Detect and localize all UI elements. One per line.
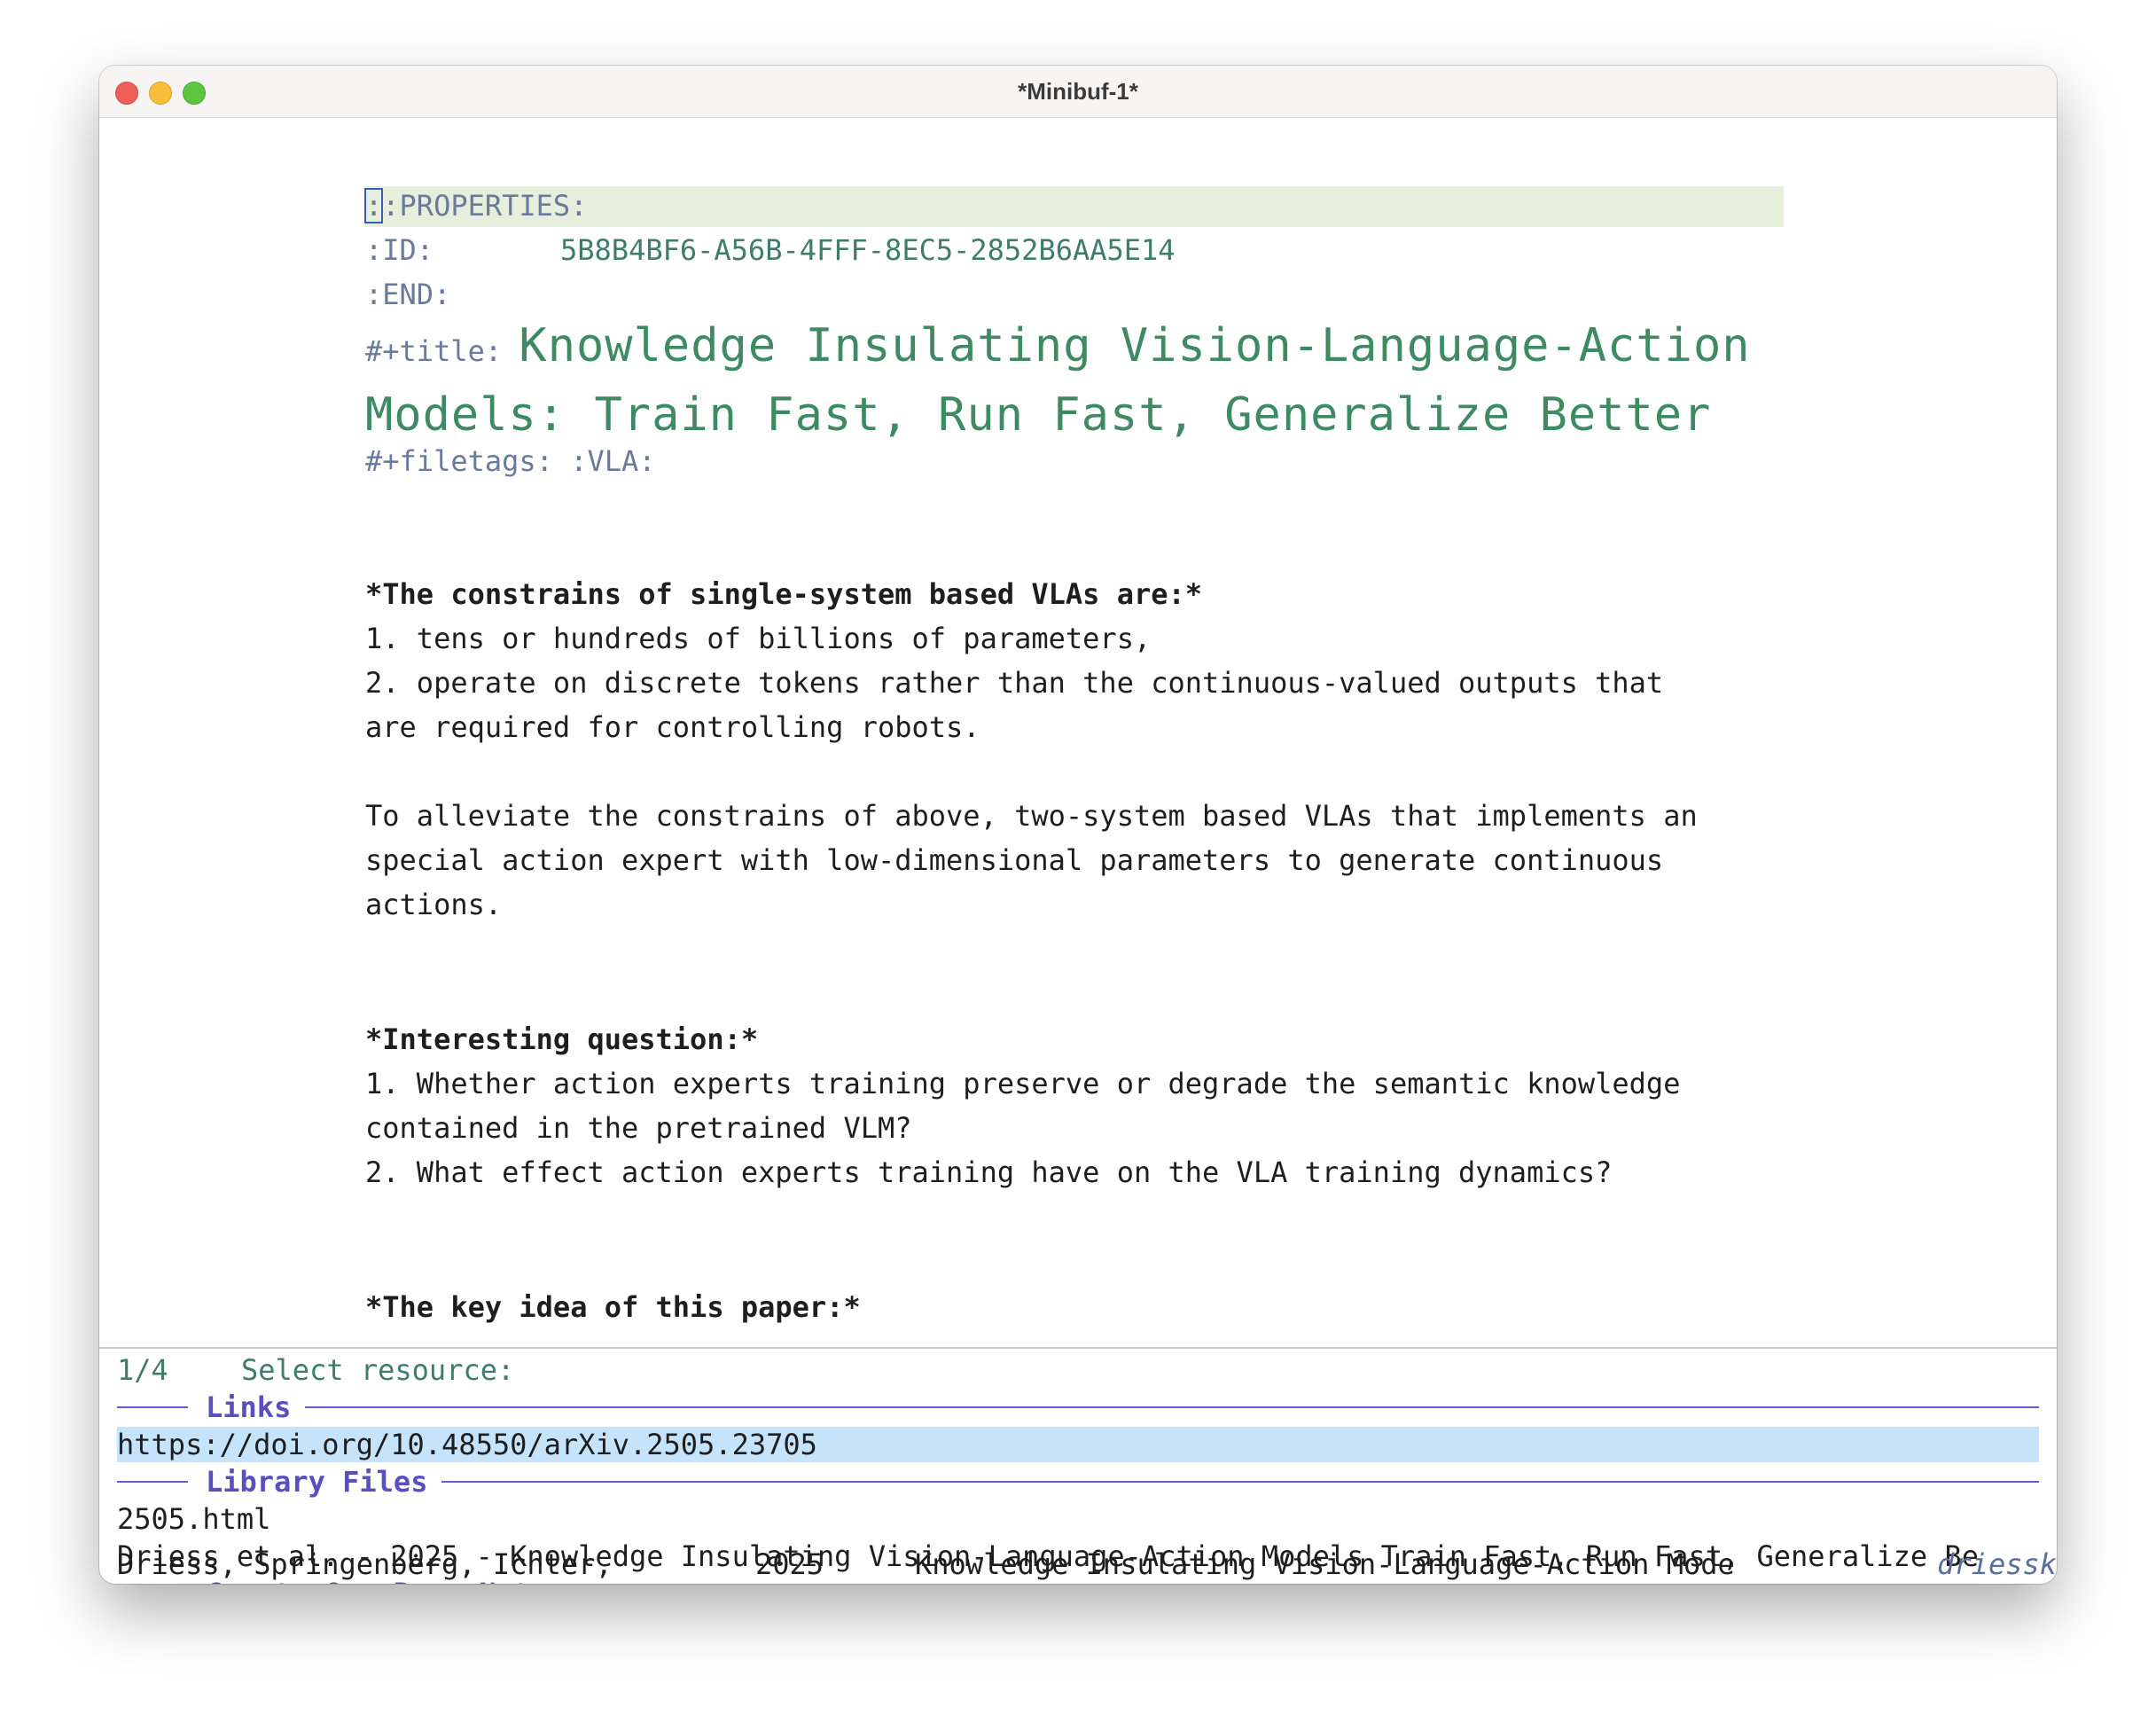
list-item-continuation: contained in the pretrained VLM?	[365, 1111, 912, 1145]
paragraph-line: special action expert with low-dimension…	[365, 843, 1664, 877]
group-rule	[117, 1406, 188, 1408]
paragraph-line: actions.	[365, 888, 503, 921]
group-rule	[305, 1406, 2039, 1408]
section-heading-constraints: *The constrains of single-system based V…	[365, 577, 1203, 611]
id-property: :ID: 5B8B4BF6-A56B-4FFF-8EC5-2852B6AA5E14	[365, 232, 1176, 268]
candidate-count: 1/4	[117, 1353, 168, 1387]
note-year: 2025	[755, 1547, 824, 1581]
title-line-1: #+title: Knowledge Insulating Vision-Lan…	[365, 319, 1751, 372]
group-rule	[441, 1481, 2039, 1483]
candidate-link-selected[interactable]: https://doi.org/10.48550/arXiv.2505.2370…	[117, 1427, 2039, 1462]
note-title: Knowledge Insulating Vision-Language-Act…	[915, 1547, 1735, 1581]
list-item-continuation: are required for controlling robots.	[365, 710, 980, 744]
prompt-text: Select resource:	[241, 1353, 515, 1387]
list-item: 2. operate on discrete tokens rather tha…	[365, 666, 1664, 700]
candidate-file[interactable]: 2505.html	[117, 1501, 2039, 1537]
id-key: :ID:	[365, 233, 434, 267]
section-heading-key-idea: *The key idea of this paper:*	[365, 1290, 861, 1324]
properties-drawer-end: :END:	[365, 278, 451, 311]
group-header-library-files: Library Files	[117, 1464, 2039, 1500]
group-header-links: Links	[117, 1390, 2039, 1425]
group-title: Library Files	[206, 1465, 428, 1499]
window-title: *Minibuf-1*	[1018, 78, 1138, 105]
note-citekey: driessk	[1937, 1547, 2057, 1581]
filetags-line: #+filetags: :VLA:	[365, 444, 656, 478]
list-item: 1. tens or hundreds of billions of param…	[365, 622, 1152, 655]
emacs-window: *Minibuf-1* ::PROPERTIES: :ID: 5B8B4BF6-A…	[99, 66, 2057, 1584]
properties-drawer-start: ::PROPERTIES:	[363, 188, 588, 223]
group-title: Links	[206, 1390, 292, 1424]
list-item: 1. Whether action experts training prese…	[365, 1067, 1681, 1100]
minibuffer-prompt-line[interactable]: 1/4 Select resource:	[117, 1352, 2039, 1388]
paragraph-line: To alleviate the constrains of above, tw…	[365, 799, 1698, 833]
properties-drawer-text: :PROPERTIES:	[382, 189, 588, 223]
text-cursor: :	[363, 188, 384, 223]
section-heading-questions: *Interesting question:*	[365, 1022, 759, 1056]
id-value: 5B8B4BF6-A56B-4FFF-8EC5-2852B6AA5E14	[560, 233, 1176, 267]
document-title-part1: Knowledge Insulating Vision-Language-Act…	[519, 319, 1751, 372]
group-rule	[117, 1481, 188, 1483]
org-buffer[interactable]: ::PROPERTIES: :ID: 5B8B4BF6-A56B-4FFF-8EC…	[99, 117, 2057, 1347]
note-authors: Driess, Springenberg, Ichter,	[117, 1547, 613, 1581]
document-title-part2: Models: Train Fast, Run Fast, Generalize…	[365, 388, 1712, 442]
title-bar: *Minibuf-1*	[99, 66, 2057, 118]
list-item: 2. What effect action experts training h…	[365, 1155, 1613, 1189]
title-keyword: #+title:	[365, 334, 503, 368]
candidate-create-note[interactable]: Driess, Springenberg, Ichter, 2025 Knowled…	[117, 1547, 2057, 1584]
